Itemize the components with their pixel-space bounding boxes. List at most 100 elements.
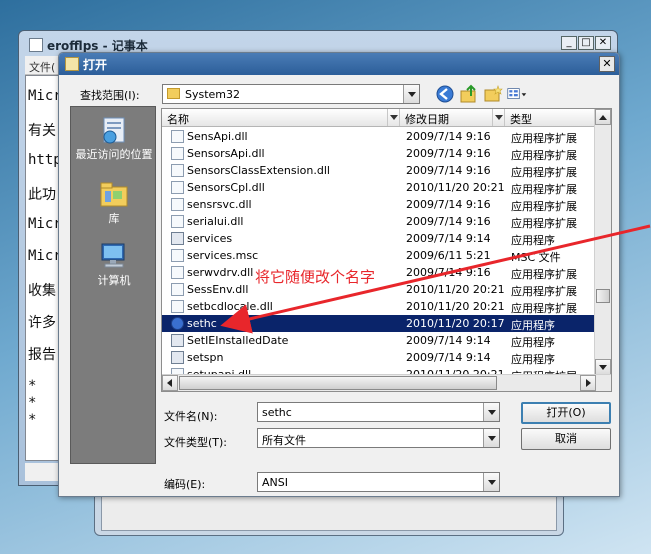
place-libraries[interactable]: 库 bbox=[71, 179, 157, 226]
place-recent[interactable]: 最近访问的位置 bbox=[71, 115, 157, 162]
scroll-right-icon[interactable] bbox=[580, 375, 596, 391]
file-row[interactable]: serwvdrv.dll 2009/7/14 9:16 应用程序扩展 bbox=[162, 264, 596, 281]
dll-file-icon bbox=[171, 130, 184, 143]
chevron-down-icon[interactable] bbox=[483, 473, 499, 491]
library-icon bbox=[98, 179, 130, 209]
file-row[interactable]: sensrsvc.dll 2009/7/14 9:16 应用程序扩展 bbox=[162, 196, 596, 213]
dll-file-icon bbox=[171, 147, 184, 160]
file-row[interactable]: services.msc 2009/6/11 5:21 MSC 文件 bbox=[162, 247, 596, 264]
file-date: 2010/11/20 20:21 bbox=[406, 181, 505, 194]
file-row[interactable]: serialui.dll 2009/7/14 9:16 应用程序扩展 bbox=[162, 213, 596, 230]
file-name: serwvdrv.dll bbox=[187, 266, 254, 279]
file-row[interactable]: SensorsApi.dll 2009/7/14 9:16 应用程序扩展 bbox=[162, 145, 596, 162]
text-line: 收集 bbox=[28, 283, 56, 299]
up-folder-icon[interactable] bbox=[459, 84, 479, 104]
scroll-left-icon[interactable] bbox=[162, 375, 178, 391]
place-computer[interactable]: 计算机 bbox=[71, 241, 157, 288]
maximize-button[interactable]: □ bbox=[578, 36, 594, 50]
file-type: 应用程序扩展 bbox=[511, 132, 577, 145]
column-name[interactable]: 名称 bbox=[162, 109, 400, 126]
computer-icon bbox=[98, 241, 130, 271]
back-icon[interactable] bbox=[435, 84, 455, 104]
file-type: 应用程序扩展 bbox=[511, 217, 577, 230]
minimize-button[interactable]: _ bbox=[561, 36, 577, 50]
horizontal-scrollbar[interactable] bbox=[162, 374, 611, 391]
place-label: 计算机 bbox=[97, 274, 131, 287]
file-row[interactable]: SetIEInstalledDate 2009/7/14 9:14 应用程序 bbox=[162, 332, 596, 349]
dll-file-icon bbox=[171, 266, 184, 279]
chevron-down-icon[interactable] bbox=[483, 429, 499, 447]
file-row[interactable]: SensorsCpl.dll 2010/11/20 20:21 应用程序扩展 bbox=[162, 179, 596, 196]
file-date: 2009/7/14 9:14 bbox=[406, 351, 491, 364]
text-line: 此功 bbox=[28, 187, 56, 203]
filetype-select[interactable]: 所有文件 bbox=[257, 428, 500, 448]
file-row[interactable]: setspn 2009/7/14 9:14 应用程序 bbox=[162, 349, 596, 366]
text-line: Micr bbox=[28, 216, 62, 232]
chevron-down-icon[interactable] bbox=[403, 85, 419, 103]
dll-file-icon bbox=[171, 283, 184, 296]
file-type: 应用程序 bbox=[511, 319, 555, 332]
scroll-down-icon[interactable] bbox=[595, 359, 611, 375]
chevron-down-icon[interactable] bbox=[483, 403, 499, 421]
dll-file-icon bbox=[171, 181, 184, 194]
dll-file-icon bbox=[171, 215, 184, 228]
file-row[interactable]: setbcdlocale.dll 2010/11/20 20:21 应用程序扩展 bbox=[162, 298, 596, 315]
encoding-label: 编码(E): bbox=[164, 478, 206, 491]
text-line: * bbox=[28, 412, 37, 428]
encoding-select[interactable]: ANSI bbox=[257, 472, 500, 492]
menu-file[interactable]: 文件( bbox=[29, 59, 55, 75]
open-button[interactable]: 打开(O) bbox=[521, 402, 611, 424]
text-line: 有关 bbox=[28, 123, 56, 139]
scroll-thumb[interactable] bbox=[596, 289, 610, 303]
application-icon bbox=[171, 232, 184, 245]
file-type: 应用程序扩展 bbox=[511, 302, 577, 315]
column-dropdown-icon[interactable] bbox=[492, 109, 504, 126]
notepad-app-icon bbox=[65, 57, 79, 71]
close-button[interactable]: ✕ bbox=[595, 36, 611, 50]
view-menu-icon[interactable] bbox=[507, 84, 533, 104]
file-type: 应用程序扩展 bbox=[511, 183, 577, 196]
file-date: 2009/7/14 9:16 bbox=[406, 198, 491, 211]
new-folder-icon[interactable] bbox=[483, 84, 503, 104]
look-in-combo[interactable]: System32 bbox=[162, 84, 420, 104]
file-row[interactable]: SessEnv.dll 2010/11/20 20:21 应用程序扩展 bbox=[162, 281, 596, 298]
column-date[interactable]: 修改日期 bbox=[400, 109, 505, 126]
look-in-value: System32 bbox=[185, 88, 241, 101]
place-label: 库 bbox=[108, 212, 120, 225]
dialog-close-button[interactable]: ✕ bbox=[599, 56, 615, 72]
cancel-button[interactable]: 取消 bbox=[521, 428, 611, 450]
scroll-up-icon[interactable] bbox=[595, 109, 611, 125]
vertical-scrollbar[interactable] bbox=[594, 109, 611, 375]
file-row[interactable]: SensApi.dll 2009/7/14 9:16 应用程序扩展 bbox=[162, 128, 596, 145]
filename-input[interactable]: sethc bbox=[257, 402, 500, 422]
file-date: 2010/11/20 20:17 bbox=[406, 317, 505, 330]
file-name: sensrsvc.dll bbox=[187, 198, 252, 211]
file-date: 2009/7/14 9:16 bbox=[406, 266, 491, 279]
file-name: sethc bbox=[187, 317, 217, 330]
encoding-value: ANSI bbox=[262, 476, 288, 489]
file-name: services.msc bbox=[187, 249, 259, 262]
dll-file-icon bbox=[171, 164, 184, 177]
filename-value: sethc bbox=[262, 406, 292, 419]
file-name: SensorsCpl.dll bbox=[187, 181, 265, 194]
file-type: 应用程序 bbox=[511, 234, 555, 247]
column-type[interactable]: 类型 bbox=[505, 109, 596, 126]
file-date: 2009/7/14 9:16 bbox=[406, 164, 491, 177]
file-name: setspn bbox=[187, 351, 224, 364]
column-dropdown-icon[interactable] bbox=[387, 109, 399, 126]
file-date: 2010/11/20 20:21 bbox=[406, 283, 505, 296]
file-row[interactable]: SensorsClassExtension.dll 2009/7/14 9:16 应… bbox=[162, 162, 596, 179]
file-date: 2010/11/20 20:21 bbox=[406, 300, 505, 313]
text-line: 报告 bbox=[28, 347, 56, 363]
file-name: SensApi.dll bbox=[187, 130, 248, 143]
application-icon bbox=[171, 351, 184, 364]
file-row-selected[interactable]: sethc 2010/11/20 20:17 应用程序 bbox=[162, 315, 596, 332]
file-list[interactable]: 名称 修改日期 类型 SensApi.dll 2009/7/14 9:16 应用程序… bbox=[161, 108, 612, 392]
file-row[interactable]: services 2009/7/14 9:14 应用程序 bbox=[162, 230, 596, 247]
dll-file-icon bbox=[171, 198, 184, 211]
hscroll-thumb[interactable] bbox=[179, 376, 497, 390]
text-line: 许多 bbox=[28, 315, 56, 331]
folder-icon bbox=[167, 88, 180, 99]
file-date: 2009/7/14 9:16 bbox=[406, 215, 491, 228]
file-type: 应用程序 bbox=[511, 353, 555, 366]
